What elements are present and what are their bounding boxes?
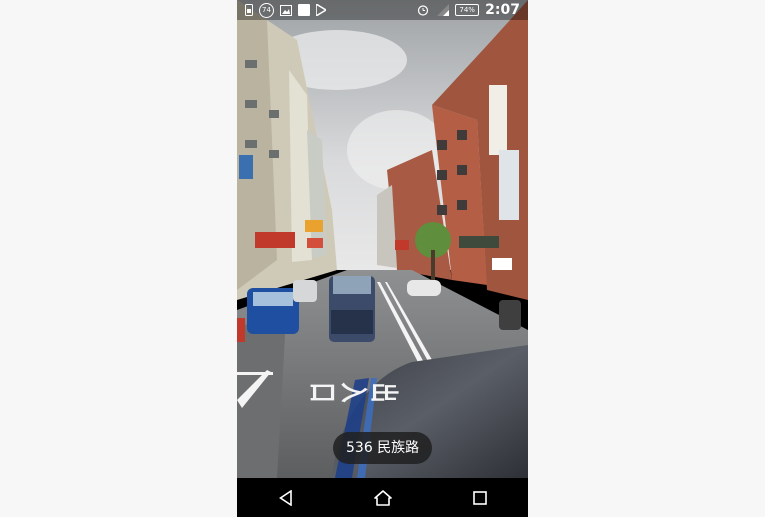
road-marking-text: 出入口 xyxy=(306,379,400,403)
navigation-bar xyxy=(237,478,528,517)
alarm-icon xyxy=(417,4,429,16)
gallery-icon xyxy=(280,4,292,16)
back-icon xyxy=(278,489,292,506)
home-icon xyxy=(373,489,392,506)
play-store-icon xyxy=(316,4,326,16)
notification-74-icon: 74 xyxy=(259,2,274,18)
street-view-panorama[interactable]: 出入口 xyxy=(237,0,528,478)
sim-icon xyxy=(245,4,253,16)
battery-indicator: 74% xyxy=(455,4,480,16)
signal-icon xyxy=(435,4,450,16)
back-button[interactable] xyxy=(266,483,306,513)
home-button[interactable] xyxy=(363,483,403,513)
blank-square-icon xyxy=(298,4,310,16)
recents-icon xyxy=(472,490,487,505)
recents-button[interactable] xyxy=(460,483,500,513)
battery-level: 74% xyxy=(455,4,480,16)
status-bar: 74 74% 2:07 xyxy=(237,0,528,20)
address-label[interactable]: 536 民族路 xyxy=(333,432,433,464)
clock: 2:07 xyxy=(485,2,520,18)
phone-screen: 出入口 74 74% 2:07 536 民族路 xyxy=(237,0,528,517)
